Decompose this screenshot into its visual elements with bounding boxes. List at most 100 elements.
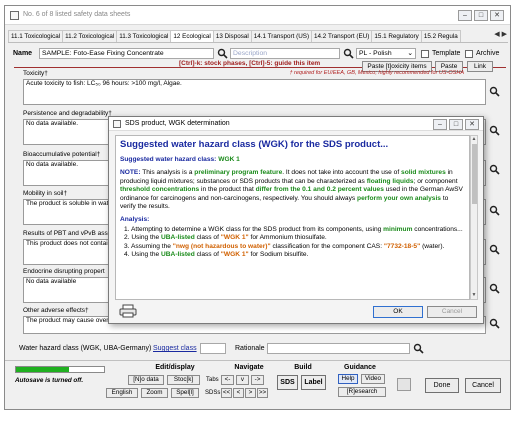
printer-icon[interactable] xyxy=(119,304,137,318)
stock-button[interactable]: Stoc[k] xyxy=(167,375,200,385)
pbt-title: Results of PBT and vPvB asse xyxy=(23,230,112,237)
no-data-button[interactable]: [N]o data xyxy=(128,375,164,385)
wgk-label: Water hazard class (WGK, UBA-Germany) xyxy=(19,345,152,352)
note-highlight: threshold concentrations xyxy=(120,186,200,194)
dialog-minimize-button[interactable]: – xyxy=(433,119,447,130)
note-paragraph: NOTE: This analysis is a preliminary pro… xyxy=(120,169,465,211)
tab-regulatory-15-2[interactable]: 15.2 Regula xyxy=(420,30,461,42)
chevron-down-icon: ⌄ xyxy=(407,50,413,57)
done-button[interactable]: Done xyxy=(425,378,459,393)
spell-button[interactable]: Spel[l] xyxy=(171,388,199,398)
note-highlight: differ from the 0.1 and 0.2 percent valu… xyxy=(255,186,384,194)
hint-text: [Ctrl]-k: stock phases, [Ctrl]-5: guide … xyxy=(177,60,323,67)
toxicity-title: Toxicity† xyxy=(23,70,48,77)
sdss-nav-label: SDSs xyxy=(205,390,221,396)
tab-disposal[interactable]: 13 Disposal xyxy=(212,30,252,42)
step-value: "WGK 1" xyxy=(220,234,249,242)
dialog-report: Suggested water hazard class (WGK) for t… xyxy=(115,135,470,300)
step-text: class of xyxy=(196,234,219,242)
tab-transport-us[interactable]: 14.1 Transport (US) xyxy=(250,30,313,42)
scroll-down-icon[interactable]: ▼ xyxy=(471,292,477,299)
scroll-thumb[interactable] xyxy=(472,144,477,204)
dialog-ok-button[interactable]: OK xyxy=(373,306,423,318)
step-highlight: minimum xyxy=(383,225,413,233)
language-select[interactable]: PL - Polish ⌄ xyxy=(356,48,416,59)
minimize-button[interactable]: – xyxy=(458,10,472,21)
name-label: Name xyxy=(13,50,33,57)
step-text: (water). xyxy=(422,242,445,250)
sds-next-button[interactable]: > xyxy=(245,388,256,398)
rationale-field[interactable] xyxy=(267,343,410,354)
step-text: concentrations... xyxy=(414,225,463,233)
tab-transport-eu[interactable]: 14.2 Transport (EU) xyxy=(311,30,373,42)
zoom-button[interactable]: Zoom xyxy=(141,388,168,398)
build-label: Build xyxy=(294,364,312,371)
dialog-cancel-button[interactable]: Cancel xyxy=(427,306,477,318)
search-icon[interactable] xyxy=(489,244,500,255)
search-icon[interactable] xyxy=(413,343,424,354)
tab-regulatory-15-1[interactable]: 15.1 Regulatory xyxy=(371,30,422,42)
sds-button[interactable]: SDS xyxy=(277,375,298,390)
dialog-scrollbar[interactable]: ▲ ▼ xyxy=(470,135,478,300)
tab-scroll-arrows[interactable]: ◀ ▶ xyxy=(494,30,507,38)
step-value: "WGK 1" xyxy=(220,251,249,259)
research-button[interactable]: [R]esearch xyxy=(338,387,386,397)
archive-checkbox[interactable] xyxy=(465,50,473,58)
sds-prev-button[interactable]: < xyxy=(233,388,244,398)
search-icon[interactable] xyxy=(489,125,500,136)
window-title: No. 6 of 8 listed safety data sheets xyxy=(23,11,131,18)
dialog-maximize-button[interactable]: □ xyxy=(449,119,463,130)
sds-first-button[interactable]: << xyxy=(221,388,232,398)
note-text: . It does not take into account the use … xyxy=(282,169,400,177)
search-icon[interactable] xyxy=(217,48,228,59)
tab-ecological[interactable]: 12 Ecological xyxy=(170,30,214,42)
step-highlight: UBA-listed xyxy=(161,251,195,259)
search-icon[interactable] xyxy=(489,86,500,97)
step-text: 4. Using the xyxy=(124,251,160,259)
save-icon[interactable] xyxy=(397,378,411,391)
tab-toxicological-11-1[interactable]: 11.1 Toxicological xyxy=(8,30,64,42)
help-button[interactable]: Help xyxy=(338,374,358,384)
toxicity-field[interactable]: Acute toxicity to fish: LC₅₀ 96 hours: >… xyxy=(23,79,486,105)
note-highlight: solid mixtures xyxy=(401,169,446,177)
search-icon[interactable] xyxy=(489,283,500,294)
bottom-toolbar: Autosave is turned off. Edit/display [N]… xyxy=(5,360,510,410)
search-icon[interactable] xyxy=(489,205,500,216)
analysis-steps: 1. Attempting to determine a WGK class f… xyxy=(120,226,465,260)
template-checkbox[interactable] xyxy=(421,50,429,58)
search-icon[interactable] xyxy=(343,48,354,59)
label-button[interactable]: Label xyxy=(301,375,326,390)
tab-next-button[interactable]: -> xyxy=(251,375,264,385)
description-field[interactable]: Description xyxy=(230,48,340,59)
wgk-field[interactable] xyxy=(200,343,226,354)
app-icon xyxy=(10,11,19,20)
step-text: for Ammonium thiosulfate. xyxy=(250,234,327,242)
suggested-label: Suggested water hazard class: xyxy=(120,156,217,163)
sds-last-button[interactable]: >> xyxy=(257,388,268,398)
search-icon[interactable] xyxy=(489,318,500,329)
mobility-title: Mobility in soil† xyxy=(23,190,68,197)
scroll-up-icon[interactable]: ▲ xyxy=(471,136,477,143)
note-highlight: floating liquids xyxy=(366,177,414,185)
dialog-close-button[interactable]: ✕ xyxy=(465,119,479,130)
tab-toxicological-11-3[interactable]: 11.3 Toxicological xyxy=(116,30,172,42)
suggest-class-link[interactable]: Suggest class xyxy=(153,345,197,352)
analysis-step: 4. Using the UBA-listed class of "WGK 1"… xyxy=(124,251,465,259)
close-button[interactable]: ✕ xyxy=(490,10,504,21)
analysis-step: 2. Using the UBA-listed class of "WGK 1"… xyxy=(124,234,465,242)
video-button[interactable]: Video xyxy=(361,374,385,384)
tab-toxicological-11-2[interactable]: 11.2 Toxicological xyxy=(62,30,118,42)
tab-prev-button[interactable]: <- xyxy=(221,375,234,385)
tab-dropdown-button[interactable]: v xyxy=(236,375,249,385)
guidance-label: Guidance xyxy=(344,364,376,371)
suggested-class-line: Suggested water hazard class: WGK 1 xyxy=(120,156,465,164)
name-field[interactable]: SAMPLE: Foto-Ease Fixing Concentrate xyxy=(39,48,214,59)
other-effects-title: Other adverse effects† xyxy=(23,307,89,314)
english-button[interactable]: English xyxy=(106,388,138,398)
title-bar: No. 6 of 8 listed safety data sheets – □… xyxy=(5,6,510,25)
analysis-step: 3. Assuming the "nwg (not hazardous to w… xyxy=(124,243,465,251)
search-icon[interactable] xyxy=(489,164,500,175)
cancel-button[interactable]: Cancel xyxy=(465,378,501,393)
note-text: in the product that xyxy=(200,186,254,194)
maximize-button[interactable]: □ xyxy=(474,10,488,21)
